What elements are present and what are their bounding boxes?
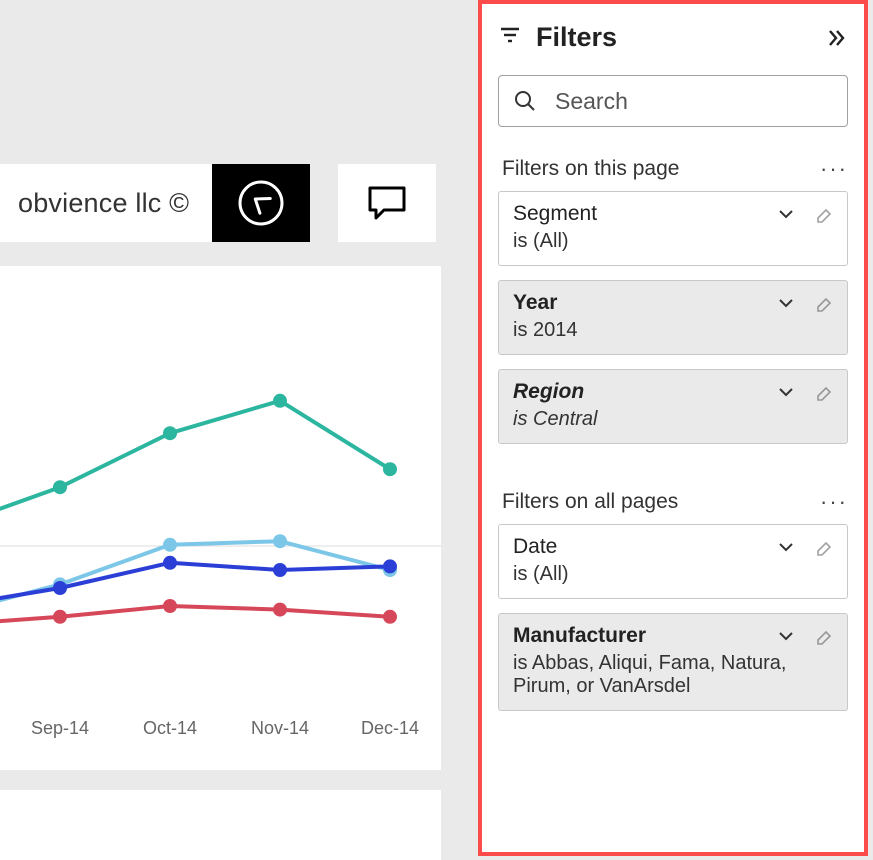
clear-filter-button[interactable] — [809, 626, 835, 646]
svg-text:Nov-14: Nov-14 — [251, 718, 309, 738]
filter-name: Manufacturer — [513, 624, 646, 648]
filter-value: is Abbas, Aliqui, Fama, Natura, Pirum, o… — [513, 652, 835, 698]
chevron-down-icon — [777, 627, 795, 645]
filter-name: Segment — [513, 202, 597, 226]
chevron-down-icon — [777, 383, 795, 401]
eraser-icon — [812, 382, 832, 402]
clear-filter-button[interactable] — [809, 537, 835, 557]
comment-button[interactable] — [338, 164, 436, 242]
brand-label: obvience llc © — [18, 188, 189, 219]
filter-card-date[interactable]: Date is (All) — [498, 524, 848, 599]
expand-filter-button[interactable] — [773, 538, 799, 556]
brand-row: obvience llc © — [0, 158, 475, 248]
eraser-icon — [812, 626, 832, 646]
filter-name: Date — [513, 535, 557, 559]
section-label: Filters on all pages — [502, 490, 678, 514]
filter-name: Year — [513, 291, 557, 315]
filter-card-segment[interactable]: Segment is (All) — [498, 191, 848, 266]
clear-filter-button[interactable] — [809, 204, 835, 224]
expand-filter-button[interactable] — [773, 294, 799, 312]
section-head-page: Filters on this page ··· — [502, 157, 848, 181]
section-head-all: Filters on all pages ··· — [502, 490, 848, 514]
filter-card-region[interactable]: Region is Central — [498, 369, 848, 444]
collapse-pane-button[interactable] — [826, 27, 848, 49]
filter-value: is (All) — [513, 230, 835, 253]
filters-pane: Filters Filters on this page ··· Segment — [478, 0, 868, 856]
filter-value: is (All) — [513, 563, 835, 586]
svg-text:Oct-14: Oct-14 — [143, 718, 197, 738]
filters-header: Filters — [498, 22, 848, 53]
filters-search[interactable] — [498, 75, 848, 127]
clear-filter-button[interactable] — [809, 293, 835, 313]
filter-value: is Central — [513, 408, 835, 431]
canvas-top-band — [0, 0, 475, 158]
brand-text: obvience llc © — [0, 164, 212, 242]
expand-filter-button[interactable] — [773, 383, 799, 401]
svg-text:Sep-14: Sep-14 — [31, 718, 89, 738]
section-menu-button[interactable]: ··· — [820, 497, 848, 507]
section-menu-button[interactable]: ··· — [820, 164, 848, 174]
filters-title: Filters — [536, 22, 826, 53]
search-input[interactable] — [553, 87, 833, 116]
chevron-double-right-icon — [826, 27, 848, 49]
eraser-icon — [812, 204, 832, 224]
filter-card-year[interactable]: Year is 2014 — [498, 280, 848, 355]
line-chart-visual[interactable]: Sep-14 Oct-14 Nov-14 Dec-14 — [0, 266, 441, 771]
chevron-down-icon — [777, 538, 795, 556]
filter-card-manufacturer[interactable]: Manufacturer is Abbas, Aliqui, Fama, Nat… — [498, 613, 848, 711]
lower-white-strip — [0, 790, 441, 860]
svg-text:Dec-14: Dec-14 — [361, 718, 419, 738]
chart-gap — [0, 770, 441, 790]
expand-filter-button[interactable] — [773, 627, 799, 645]
filter-icon — [498, 23, 526, 52]
filter-value: is 2014 — [513, 319, 835, 342]
filter-name: Region — [513, 380, 584, 404]
arrow-circle-icon — [234, 176, 288, 230]
expand-filter-button[interactable] — [773, 205, 799, 223]
back-button[interactable] — [212, 164, 310, 242]
chevron-down-icon — [777, 205, 795, 223]
section-label: Filters on this page — [502, 157, 679, 181]
eraser-icon — [812, 293, 832, 313]
clear-filter-button[interactable] — [809, 382, 835, 402]
line-chart-svg: Sep-14 Oct-14 Nov-14 Dec-14 — [0, 336, 441, 771]
eraser-icon — [812, 537, 832, 557]
search-icon — [513, 89, 537, 113]
chevron-down-icon — [777, 294, 795, 312]
comment-icon — [364, 180, 410, 226]
